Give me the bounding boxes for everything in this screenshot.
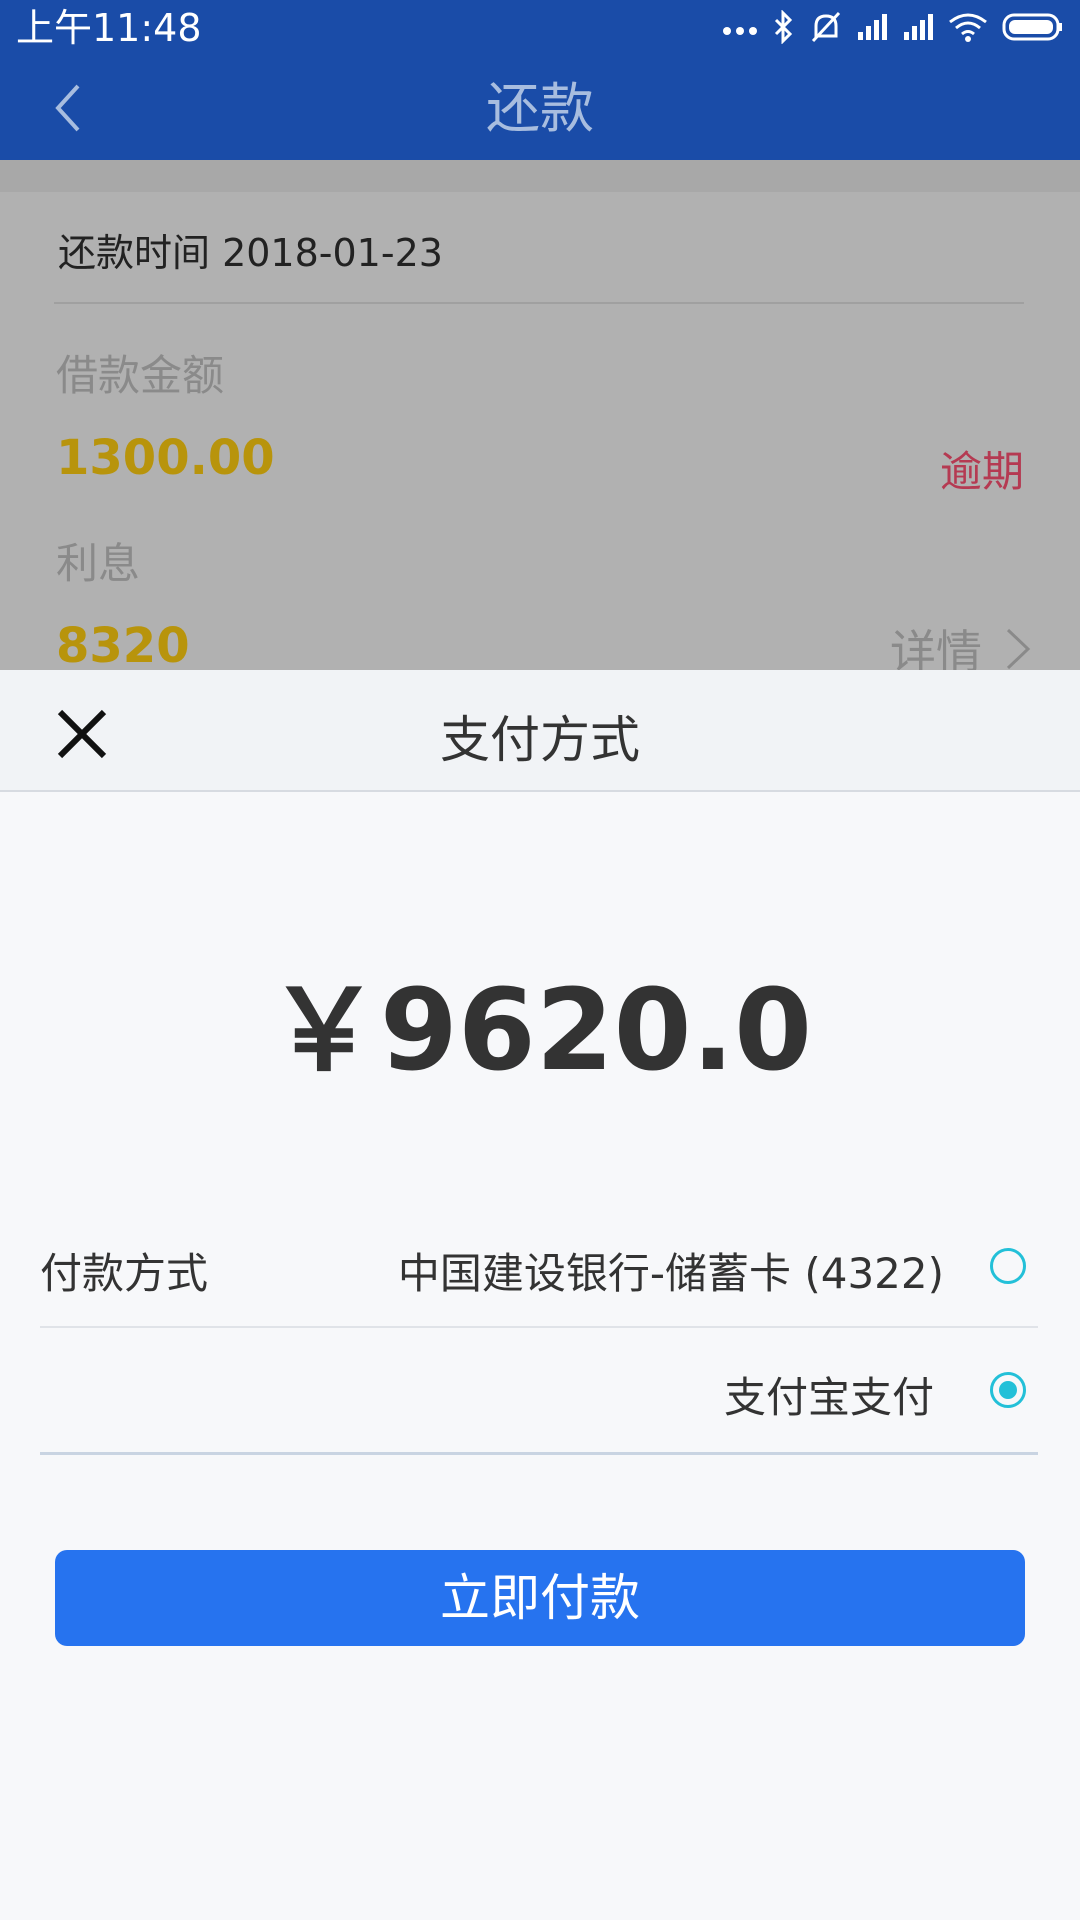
wifi-icon xyxy=(948,12,988,46)
divider xyxy=(40,1452,1038,1455)
repayment-detail-card: 还款时间 2018-01-23 借款金额 1300.00 逾期 利息 8320 … xyxy=(0,160,1080,679)
repay-time: 还款时间 2018-01-23 xyxy=(58,231,443,275)
option-alipay-radio[interactable] xyxy=(990,1372,1026,1408)
option-bank-card-radio[interactable] xyxy=(990,1248,1026,1284)
page-title: 还款 xyxy=(486,77,594,140)
payment-sheet: 支付方式 ￥9620.0 付款方式 中国建设银行-储蓄卡 (4322) 支付宝支… xyxy=(0,670,1080,1920)
divider xyxy=(54,302,1024,304)
signal-icon xyxy=(902,12,934,46)
sheet-title: 支付方式 xyxy=(440,711,640,769)
status-bar: 上午11:48 xyxy=(0,0,1080,58)
battery-icon xyxy=(1002,12,1064,46)
interest-value: 8320 xyxy=(56,618,190,674)
status-icons xyxy=(722,9,1064,48)
app-bar: 还款 xyxy=(0,58,1080,160)
option-alipay-label[interactable]: 支付宝支付 xyxy=(724,1364,934,1425)
signal-icon xyxy=(856,12,888,46)
bluetooth-icon xyxy=(772,9,796,48)
loan-amount-value: 1300.00 xyxy=(56,430,275,486)
divider xyxy=(40,1326,1038,1328)
sheet-header: 支付方式 xyxy=(0,670,1080,792)
mute-icon xyxy=(810,10,842,48)
payment-method-label: 付款方式 xyxy=(40,1249,209,1298)
option-bank-card-label[interactable]: 中国建设银行-储蓄卡 (4322) xyxy=(398,1240,944,1301)
status-time: 上午11:48 xyxy=(16,6,202,50)
overdue-badge: 逾期 xyxy=(939,447,1024,496)
section-gap xyxy=(0,160,1080,192)
chevron-right-icon xyxy=(1006,628,1031,670)
payment-amount: ￥9620.0 xyxy=(267,966,813,1096)
more-icon xyxy=(722,17,758,41)
pay-now-button[interactable]: 立即付款 xyxy=(55,1550,1025,1646)
interest-label: 利息 xyxy=(56,539,141,588)
loan-amount-label: 借款金额 xyxy=(56,351,225,400)
